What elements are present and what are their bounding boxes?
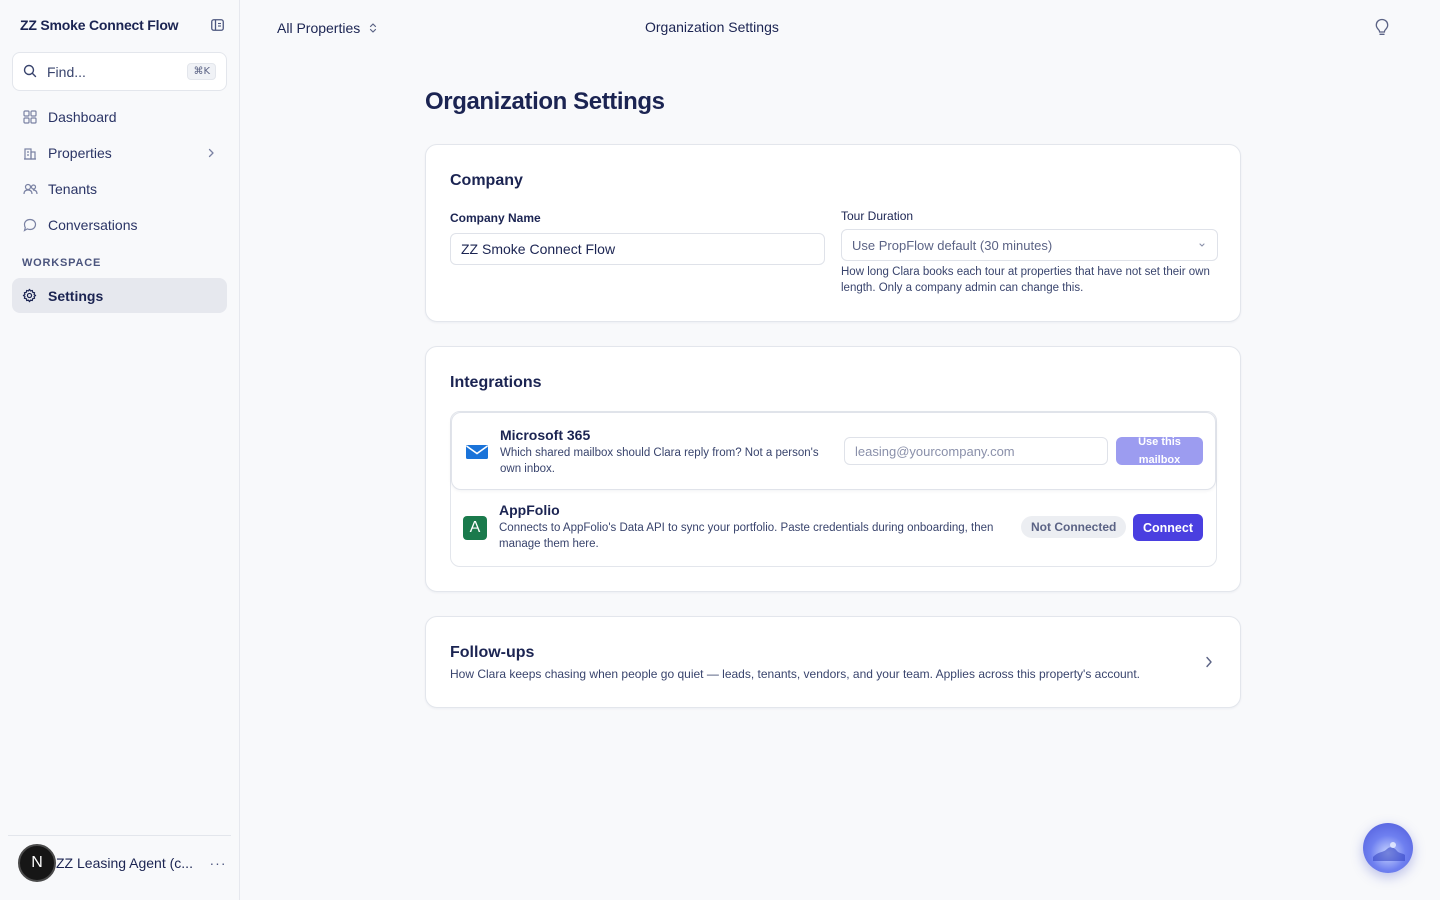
appfolio-desc: Connects to AppFolio's Data API to sync …: [499, 522, 994, 550]
tour-duration-select[interactable]: Use PropFlow default (30 minutes): [841, 229, 1218, 261]
main-nav: Dashboard Properties Tenants Conversatio…: [12, 99, 227, 243]
integrations-list: Microsoft 365 Which shared mailbox shoul…: [450, 411, 1217, 567]
grid-icon: [22, 109, 38, 125]
followups-card[interactable]: Follow-ups How Clara keeps chasing when …: [425, 616, 1241, 708]
company-card: Company Company Name ZZ Smoke Connect Fl…: [425, 144, 1241, 322]
brand-row: ZZ Smoke Connect Flow: [20, 16, 224, 34]
tour-duration-label: Tour Duration: [841, 209, 914, 223]
sidebar-item-conversations[interactable]: Conversations: [12, 207, 227, 243]
search-shortcut: ⌘K: [187, 63, 216, 80]
search-placeholder: Find...: [47, 63, 86, 80]
lightbulb-icon[interactable]: [1374, 18, 1392, 38]
integrations-card-title: Integrations: [450, 374, 542, 391]
status-badge: Not Connected: [1021, 516, 1127, 538]
user-menu[interactable]: N ZZ Leasing Agent (c... ···: [18, 843, 228, 883]
sidebar: ZZ Smoke Connect Flow Find... ⌘K Dashboa…: [0, 0, 240, 900]
assistant-orb-button[interactable]: [1363, 823, 1413, 873]
brand-name: ZZ Smoke Connect Flow: [20, 17, 179, 33]
sidebar-toggle-icon[interactable]: [210, 18, 224, 32]
tour-duration-help: How long Clara books each tour at proper…: [841, 266, 1210, 294]
sidebar-divider: [8, 835, 231, 836]
company-name-field[interactable]: ZZ Smoke Connect Flow: [450, 233, 825, 265]
section-label-workspace: WORKSPACE: [22, 257, 102, 269]
company-name-label: Company Name: [450, 211, 541, 225]
sidebar-item-label: Settings: [48, 287, 104, 304]
followups-card-title: Follow-ups: [450, 644, 535, 661]
sidebar-item-label: Dashboard: [48, 109, 117, 125]
sidebar-item-tenants[interactable]: Tenants: [12, 171, 227, 207]
sidebar-item-properties[interactable]: Properties: [12, 135, 227, 171]
followups-desc: How Clara keeps chasing when people go q…: [450, 667, 1141, 681]
chat-icon: [22, 217, 38, 233]
page-title: Organization Settings: [425, 88, 665, 115]
appfolio-name: AppFolio: [499, 502, 560, 518]
chevron-right-icon: [1204, 655, 1216, 669]
microsoft-desc: Which shared mailbox should Clara reply …: [500, 447, 819, 475]
avatar: N: [18, 844, 56, 882]
tour-duration-value: Use PropFlow default (30 minutes): [852, 237, 1053, 253]
sidebar-item-label: Tenants: [48, 181, 98, 197]
microsoft-name: Microsoft 365: [500, 427, 591, 443]
mail-icon: [466, 445, 488, 459]
sidebar-item-dashboard[interactable]: Dashboard: [12, 99, 227, 135]
search-icon: [23, 64, 39, 80]
users-icon: [22, 181, 38, 197]
use-mailbox-button[interactable]: Use this mailbox: [1116, 437, 1203, 465]
appfolio-logo-icon: A: [463, 516, 487, 540]
search-input[interactable]: Find... ⌘K: [12, 52, 227, 91]
sidebar-item-label: Conversations: [48, 217, 138, 233]
sidebar-item-label: Properties: [48, 145, 112, 161]
assistant-icon: [1373, 842, 1405, 861]
chevron-down-icon: [1197, 240, 1207, 250]
chevron-updown-icon: [368, 22, 378, 34]
gear-icon: [22, 288, 38, 304]
integrations-card: Integrations Microsoft 365 Which shared …: [425, 346, 1241, 592]
company-card-title: Company: [450, 172, 523, 189]
topbar-title: Organization Settings: [645, 19, 779, 35]
more-icon[interactable]: ···: [208, 855, 228, 871]
building-icon: [22, 145, 38, 161]
sidebar-item-settings[interactable]: Settings: [12, 278, 227, 313]
user-name: ZZ Leasing Agent (c...: [56, 855, 193, 871]
chevron-right-icon: [205, 147, 217, 159]
integration-row-microsoft: Microsoft 365 Which shared mailbox shoul…: [451, 412, 1216, 490]
connect-button[interactable]: Connect: [1133, 514, 1203, 541]
mailbox-input[interactable]: leasing@yourcompany.com: [844, 437, 1108, 465]
property-selector-label: All Properties: [277, 20, 361, 36]
property-selector[interactable]: All Properties: [277, 18, 378, 38]
